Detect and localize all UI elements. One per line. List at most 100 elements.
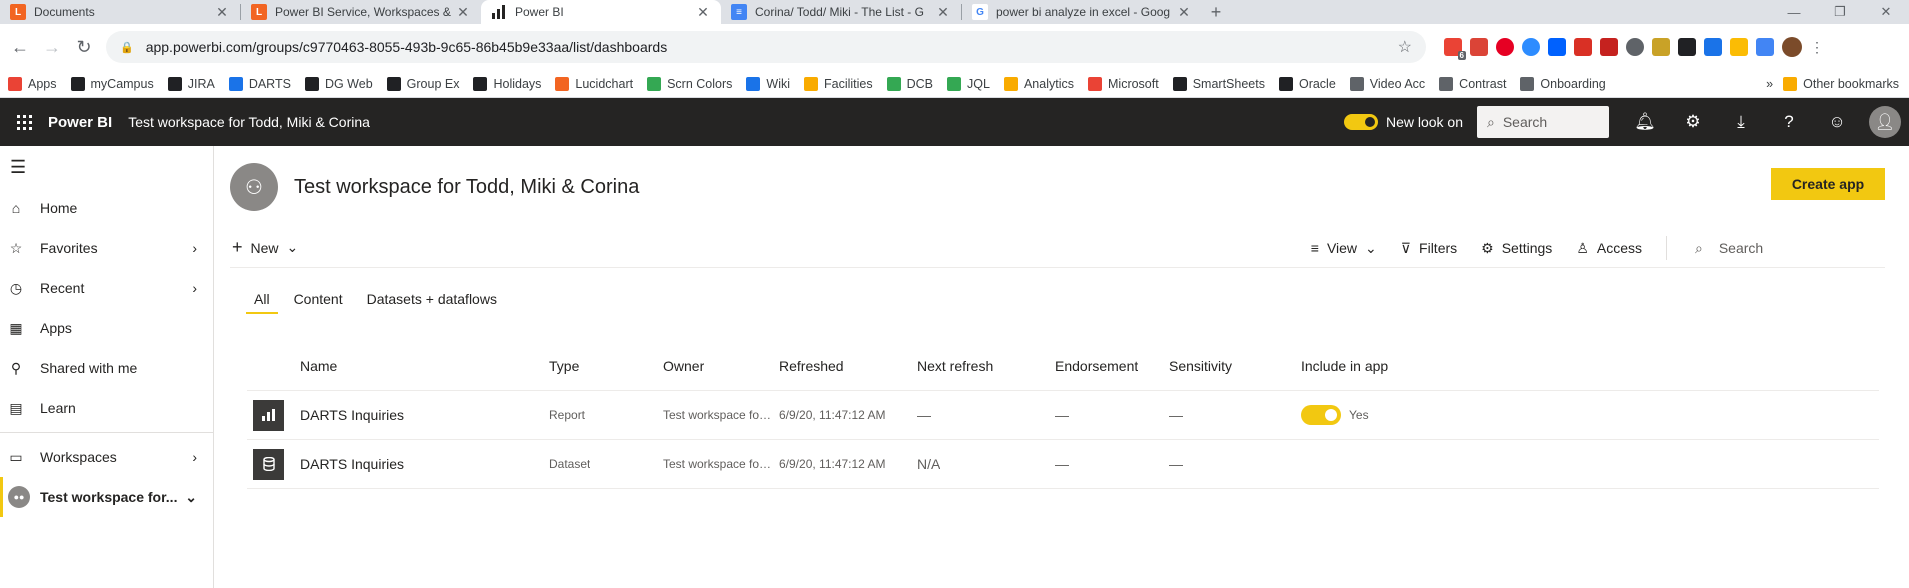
app-launcher-waffle-icon[interactable] xyxy=(0,98,48,146)
settings-button[interactable]: ⚙ Settings xyxy=(1481,240,1552,257)
forward-arrow-icon[interactable]: → xyxy=(38,33,66,61)
bookmark-item[interactable]: Holidays xyxy=(473,76,541,91)
notes-extension-icon[interactable] xyxy=(1730,38,1748,56)
download-icon[interactable]: ⤓ xyxy=(1717,98,1765,146)
table-row[interactable]: DARTS Inquiries Report Test workspace for … xyxy=(247,391,1879,440)
user-avatar[interactable]: 👤︎ xyxy=(1861,98,1909,146)
browser-tab[interactable]: L Documents ✕ xyxy=(0,0,240,24)
tab-all[interactable]: All xyxy=(246,284,278,314)
sidebar-item-recent[interactable]: ◷ Recent › xyxy=(0,268,213,308)
bookmark-item[interactable]: Scrn Colors xyxy=(647,76,732,91)
bookmark-item[interactable]: Contrast xyxy=(1439,76,1506,91)
column-header[interactable]: Name xyxy=(300,358,337,374)
calendar-extension-icon[interactable]: 6 xyxy=(1444,38,1466,60)
bookmark-item[interactable]: Facilities xyxy=(804,76,873,91)
restore-icon[interactable]: ❐ xyxy=(1817,0,1863,24)
profile-avatar[interactable] xyxy=(1782,37,1802,57)
back-arrow-icon[interactable]: ← xyxy=(6,33,34,61)
column-header[interactable]: Type xyxy=(549,358,579,374)
close-tab-icon[interactable]: ✕ xyxy=(935,4,951,21)
tab-datasets-dataflows[interactable]: Datasets + dataflows xyxy=(365,284,499,314)
sidebar-item-workspaces[interactable]: ▭ Workspaces › xyxy=(0,437,213,477)
cell-name[interactable]: DARTS Inquiries xyxy=(300,456,404,472)
sidebar-item-apps[interactable]: ▦ Apps xyxy=(0,308,213,348)
docs-extension-icon[interactable] xyxy=(1756,38,1774,56)
sidebar-item-home[interactable]: ⌂ Home xyxy=(0,188,213,228)
notifications-bell-icon[interactable]: 🔔︎ xyxy=(1621,98,1669,146)
chevron-right-icon[interactable]: › xyxy=(192,280,197,296)
zoom-extension-icon[interactable] xyxy=(1522,38,1540,56)
tab-content[interactable]: Content xyxy=(292,284,345,314)
close-tab-icon[interactable]: ✕ xyxy=(1176,4,1192,21)
access-button[interactable]: ♙ Access xyxy=(1576,240,1642,257)
sidebar-item-shared-with-me[interactable]: ⚲ Shared with me xyxy=(0,348,213,388)
checkbox-extension-icon[interactable] xyxy=(1678,38,1696,56)
bookmark-item[interactable]: Wiki xyxy=(746,76,790,91)
bookmark-item[interactable]: Microsoft xyxy=(1088,76,1159,91)
create-app-button[interactable]: Create app xyxy=(1771,168,1885,200)
other-bookmarks-folder[interactable]: Other bookmarks xyxy=(1783,77,1899,91)
todoist-extension-icon[interactable] xyxy=(1470,38,1488,56)
new-tab-button[interactable]: + xyxy=(1202,0,1230,24)
help-question-icon[interactable]: ? xyxy=(1765,98,1813,146)
bookmark-item[interactable]: Video Acc xyxy=(1349,76,1425,91)
feedback-smiley-icon[interactable]: ☺ xyxy=(1813,98,1861,146)
wordpress-extension-icon[interactable] xyxy=(1626,38,1644,56)
bookmark-item[interactable]: Analytics xyxy=(1003,76,1074,91)
bookmark-item[interactable]: Group Ex xyxy=(386,76,459,91)
column-header[interactable]: Sensitivity xyxy=(1169,358,1232,374)
bookmark-item[interactable]: DARTS xyxy=(228,76,291,91)
bookmark-item[interactable]: Apps xyxy=(8,76,57,91)
table-row[interactable]: DARTS Inquiries Dataset Test workspace for… xyxy=(247,440,1879,489)
close-tab-icon[interactable]: ✕ xyxy=(214,4,230,21)
url-omnibox[interactable]: 🔒 app.powerbi.com/groups/c9770463-8055-4… xyxy=(106,31,1426,63)
new-button[interactable]: + New ⌄ xyxy=(230,237,298,258)
reload-icon[interactable]: ↻ xyxy=(70,33,98,61)
view-button[interactable]: ≡ View ⌄ xyxy=(1311,240,1377,257)
include-in-app-toggle[interactable] xyxy=(1301,405,1341,425)
settings-gear-icon[interactable]: ⚙ xyxy=(1669,98,1717,146)
column-header[interactable]: Endorsement xyxy=(1055,358,1138,374)
bookmark-star-icon[interactable]: ☆ xyxy=(1398,37,1412,57)
browser-tab[interactable]: ≡ Corina/ Todd/ Miki - The List - G ✕ xyxy=(721,0,961,24)
tools-extension-icon[interactable] xyxy=(1652,38,1670,56)
chevron-down-icon[interactable]: ⌄ xyxy=(185,489,197,506)
bookmark-item[interactable]: JQL xyxy=(947,76,990,91)
column-header[interactable]: Next refresh xyxy=(917,358,993,374)
bookmark-item[interactable]: Lucidchart xyxy=(555,76,633,91)
close-window-icon[interactable]: ✕ xyxy=(1863,0,1909,24)
column-header[interactable]: Owner xyxy=(663,358,704,374)
bookmark-item[interactable]: SmartSheets xyxy=(1172,76,1265,91)
header-search-input[interactable]: ⌕ Search xyxy=(1477,106,1609,138)
pinterest-extension-icon[interactable] xyxy=(1496,38,1514,56)
bookmark-item[interactable]: Onboarding xyxy=(1520,76,1606,91)
browser-tab[interactable]: G power bi analyze in excel - Goog ✕ xyxy=(962,0,1202,24)
close-tab-icon[interactable]: ✕ xyxy=(455,4,471,21)
chevron-right-icon[interactable]: › xyxy=(192,240,197,256)
hamburger-menu-icon[interactable]: ☰ xyxy=(0,146,213,188)
content-search-input[interactable]: ⌕ Search xyxy=(1691,240,1885,257)
new-look-toggle[interactable] xyxy=(1343,114,1378,130)
column-header[interactable]: Include in app xyxy=(1301,358,1388,374)
bookmark-item[interactable]: DG Web xyxy=(304,76,373,91)
cc-extension-icon[interactable] xyxy=(1600,38,1618,56)
gmail-extension-icon[interactable] xyxy=(1574,38,1592,56)
browser-tab[interactable]: L Power BI Service, Workspaces & ✕ xyxy=(241,0,481,24)
sidebar-item-favorites[interactable]: ☆ Favorites › xyxy=(0,228,213,268)
powerbi-brand[interactable]: Power BI xyxy=(48,114,112,131)
cell-name[interactable]: DARTS Inquiries xyxy=(300,407,404,423)
chrome-menu-icon[interactable]: ⋮ xyxy=(1810,38,1824,56)
column-header[interactable]: Refreshed xyxy=(779,358,844,374)
bookmark-extension-icon[interactable] xyxy=(1704,38,1722,56)
bookmark-item[interactable]: DCB xyxy=(886,76,933,91)
filters-button[interactable]: ⊽ Filters xyxy=(1401,240,1457,257)
bookmark-item[interactable]: Oracle xyxy=(1278,76,1336,91)
pushbullet-extension-icon[interactable] xyxy=(1548,38,1566,56)
browser-tab-active[interactable]: Power BI ✕ xyxy=(481,0,721,24)
more-bookmarks-icon[interactable]: » xyxy=(1766,77,1773,91)
sidebar-item-active-workspace[interactable]: ●● Test workspace for... ⌄ xyxy=(0,477,213,517)
minimize-icon[interactable]: — xyxy=(1771,0,1817,24)
sidebar-item-learn[interactable]: ▤ Learn xyxy=(0,388,213,428)
close-tab-icon[interactable]: ✕ xyxy=(695,4,711,21)
bookmark-item[interactable]: myCampus xyxy=(70,76,154,91)
